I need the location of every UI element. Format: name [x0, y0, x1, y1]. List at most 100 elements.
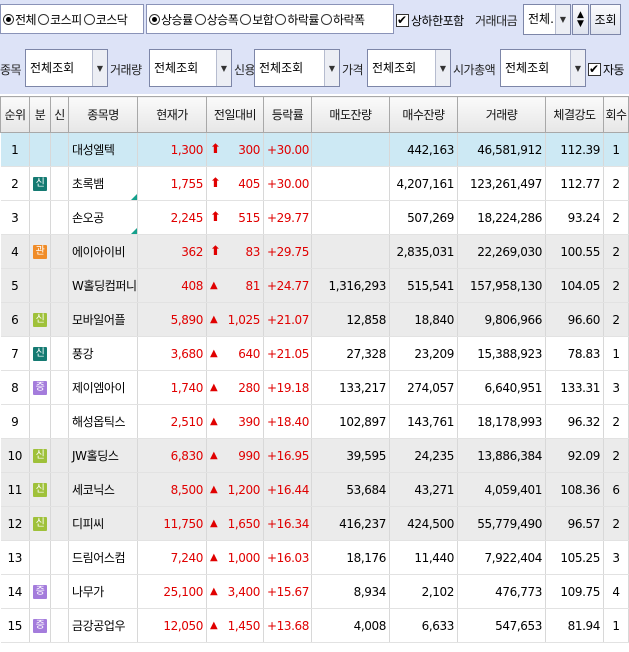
- limit-up-arrow-icon: ⬆: [210, 142, 221, 157]
- stock-name-cell[interactable]: 초록뱀: [68, 166, 138, 201]
- status-badge: 증: [33, 380, 47, 395]
- column-header-rate[interactable]: 등락률: [263, 96, 312, 133]
- table-row[interactable]: 1 대성엘텍 1,300 ⬆ 300 +30.00 442,163 46,581,912 112…: [0, 132, 629, 167]
- auto-checkbox[interactable]: 자동: [588, 61, 625, 78]
- stock-name[interactable]: 손오공: [72, 211, 104, 225]
- column-header-strength[interactable]: 체결강도: [545, 96, 604, 133]
- rate-cell: +24.77: [263, 268, 312, 303]
- rank-cell: 15: [0, 608, 30, 643]
- price-select[interactable]: 전체조회 ▼: [367, 49, 451, 87]
- table-row[interactable]: 9 해성옵틱스 2,510 ▲ 390 +18.40 102,897 143,761 18,17…: [0, 404, 629, 439]
- credit-select[interactable]: 전체조회 ▼: [254, 49, 340, 87]
- stock-name[interactable]: 모바일어플: [72, 313, 126, 327]
- volume-label: 거래량: [110, 63, 142, 77]
- stock-name[interactable]: 에이아이비: [72, 245, 126, 259]
- table-row[interactable]: 14 증 나무가 25,100 ▲ 3,400 +15.67 8,934 2,102 476,77…: [0, 574, 629, 609]
- market-cap-select[interactable]: 전체조회 ▼: [500, 49, 586, 87]
- table-row[interactable]: 12 신 디피씨 11,750 ▲ 1,650 +16.34 416,237 424,500 55…: [0, 506, 629, 541]
- stock-name-cell[interactable]: 디피씨: [68, 506, 138, 541]
- chevron-down-icon[interactable]: ▼: [555, 5, 570, 34]
- change-cell: ▲ 1,450: [206, 608, 264, 643]
- buy-remain-cell: 24,235: [389, 438, 458, 473]
- radio-label: 하락률: [287, 12, 319, 27]
- column-header-volume[interactable]: 거래량: [457, 96, 546, 133]
- stock-name[interactable]: 드림어스컴: [72, 551, 126, 565]
- chevron-down-icon[interactable]: ▼: [216, 50, 231, 86]
- stock-name[interactable]: 초록뱀: [72, 177, 104, 191]
- column-header-current-price[interactable]: 현재가: [137, 96, 207, 133]
- chevron-down-icon[interactable]: ▼: [435, 50, 450, 86]
- radio-sort-fall-amount[interactable]: 하락폭: [320, 11, 365, 28]
- radio-sort-flat[interactable]: 보합: [240, 11, 274, 28]
- stock-name-cell[interactable]: 모바일어플: [68, 302, 138, 337]
- strength-cell: 108.36: [545, 472, 604, 507]
- column-header-stock-name[interactable]: 종목명: [68, 96, 138, 133]
- change-value: 390: [238, 414, 260, 429]
- stock-name[interactable]: 제이엠아이: [72, 381, 126, 395]
- radio-dot: [149, 13, 160, 25]
- current-price-cell: 11,750: [137, 506, 207, 541]
- column-header-credit[interactable]: 신: [50, 96, 69, 133]
- stock-name-cell[interactable]: 세코닉스: [68, 472, 138, 507]
- radio-sort-rise-amount[interactable]: 상승폭: [194, 11, 239, 28]
- radio-market-kosdaq[interactable]: 코스닥: [83, 11, 128, 28]
- table-row[interactable]: 10 신 JW홀딩스 6,830 ▲ 990 +16.95 39,595 24,235 13,88…: [0, 438, 629, 473]
- stock-name-cell[interactable]: 대성엘텍: [68, 132, 138, 167]
- rate-cell: +16.44: [263, 472, 312, 507]
- rank-cell: 12: [0, 506, 30, 541]
- trade-amount-select[interactable]: 전체. ▼: [523, 4, 571, 35]
- stock-name-cell[interactable]: 금강공업우: [68, 608, 138, 643]
- stock-name-cell[interactable]: JW홀딩스: [68, 438, 138, 473]
- table-row[interactable]: 5 W홀딩컴퍼니 408 ▲ 81 +24.77 1,316,293 515,541 157,9…: [0, 268, 629, 303]
- chevron-down-icon[interactable]: ▼: [92, 50, 107, 86]
- column-header-count[interactable]: 회수: [603, 96, 629, 133]
- table-row[interactable]: 2 신 초록뱀 1,755 ⬆ 405 +30.00 4,207,161 123,261,497…: [0, 166, 629, 201]
- radio-market-kospi[interactable]: 코스피: [38, 11, 82, 28]
- stock-name[interactable]: 금강공업우: [72, 619, 126, 633]
- stock-name-cell[interactable]: 제이엠아이: [68, 370, 138, 405]
- sort-toggle-button[interactable]: ▲ ▼: [572, 4, 589, 35]
- count-cell: 2: [603, 302, 629, 337]
- stock-name-cell[interactable]: 해성옵틱스: [68, 404, 138, 439]
- stock-name-cell[interactable]: 풍강: [68, 336, 138, 371]
- stock-name-cell[interactable]: 손오공: [68, 200, 138, 235]
- column-header-rank[interactable]: 순위: [0, 96, 30, 133]
- table-row[interactable]: 7 신 풍강 3,680 ▲ 640 +21.05 27,328 23,209 15,388,92…: [0, 336, 629, 371]
- chevron-down-icon[interactable]: ▼: [324, 50, 339, 86]
- stock-name[interactable]: 세코닉스: [72, 483, 115, 497]
- table-row[interactable]: 6 신 모바일어플 5,890 ▲ 1,025 +21.07 12,858 18,840 9,80…: [0, 302, 629, 337]
- table-row[interactable]: 3 손오공 2,245 ⬆ 515 +29.77 507,269 18,224,286 93.2…: [0, 200, 629, 235]
- radio-sort-rise-rate[interactable]: 상승률: [149, 11, 193, 28]
- column-header-change[interactable]: 전일대비: [206, 96, 264, 133]
- credit-cell: [50, 234, 69, 269]
- stock-name[interactable]: 대성엘텍: [72, 143, 115, 157]
- include-limit-checkbox[interactable]: 상하한포함: [396, 12, 464, 29]
- table-row[interactable]: 4 관 에이아이비 362 ⬆ 83 +29.75 2,835,031 22,269,030 10…: [0, 234, 629, 269]
- stock-name[interactable]: W홀딩컴퍼니: [72, 279, 137, 293]
- radio-market-all[interactable]: 전체: [3, 11, 37, 28]
- table-row[interactable]: 8 증 제이엠아이 1,740 ▲ 280 +19.18 133,217 274,057 6,64…: [0, 370, 629, 405]
- stock-name[interactable]: 풍강: [72, 347, 94, 361]
- column-header-sell-remain[interactable]: 매도잔량: [311, 96, 390, 133]
- table-row[interactable]: 15 증 금강공업우 12,050 ▲ 1,450 +13.68 4,008 6,633 547,…: [0, 608, 629, 643]
- chevron-down-icon[interactable]: ▼: [570, 50, 585, 86]
- table-row[interactable]: 13 드림어스컴 7,240 ▲ 1,000 +16.03 18,176 11,440 7,92…: [0, 540, 629, 575]
- stock-name-cell[interactable]: 에이아이비: [68, 234, 138, 269]
- column-header-buy-remain[interactable]: 매수잔량: [389, 96, 458, 133]
- stock-name[interactable]: 디피씨: [72, 517, 104, 531]
- stock-name-cell[interactable]: 나무가: [68, 574, 138, 609]
- stock-name[interactable]: 해성옵틱스: [72, 415, 126, 429]
- stock-name[interactable]: JW홀딩스: [72, 449, 119, 463]
- stock-name-cell[interactable]: W홀딩컴퍼니: [68, 268, 138, 303]
- radio-sort-fall-rate[interactable]: 하락률: [275, 11, 319, 28]
- volume-select[interactable]: 전체조회 ▼: [149, 49, 232, 87]
- search-button[interactable]: 조회: [590, 4, 621, 35]
- column-header-market[interactable]: 분: [29, 96, 51, 133]
- current-price-cell: 12,050: [137, 608, 207, 643]
- stock-name-cell[interactable]: 드림어스컴: [68, 540, 138, 575]
- stock-select[interactable]: 전체조회 ▼: [25, 49, 108, 87]
- stock-name[interactable]: 나무가: [72, 585, 104, 599]
- table-row[interactable]: 11 신 세코닉스 8,500 ▲ 1,200 +16.44 53,684 43,271 4,05…: [0, 472, 629, 507]
- credit-cell: [50, 200, 69, 235]
- price-label: 가격: [342, 63, 364, 77]
